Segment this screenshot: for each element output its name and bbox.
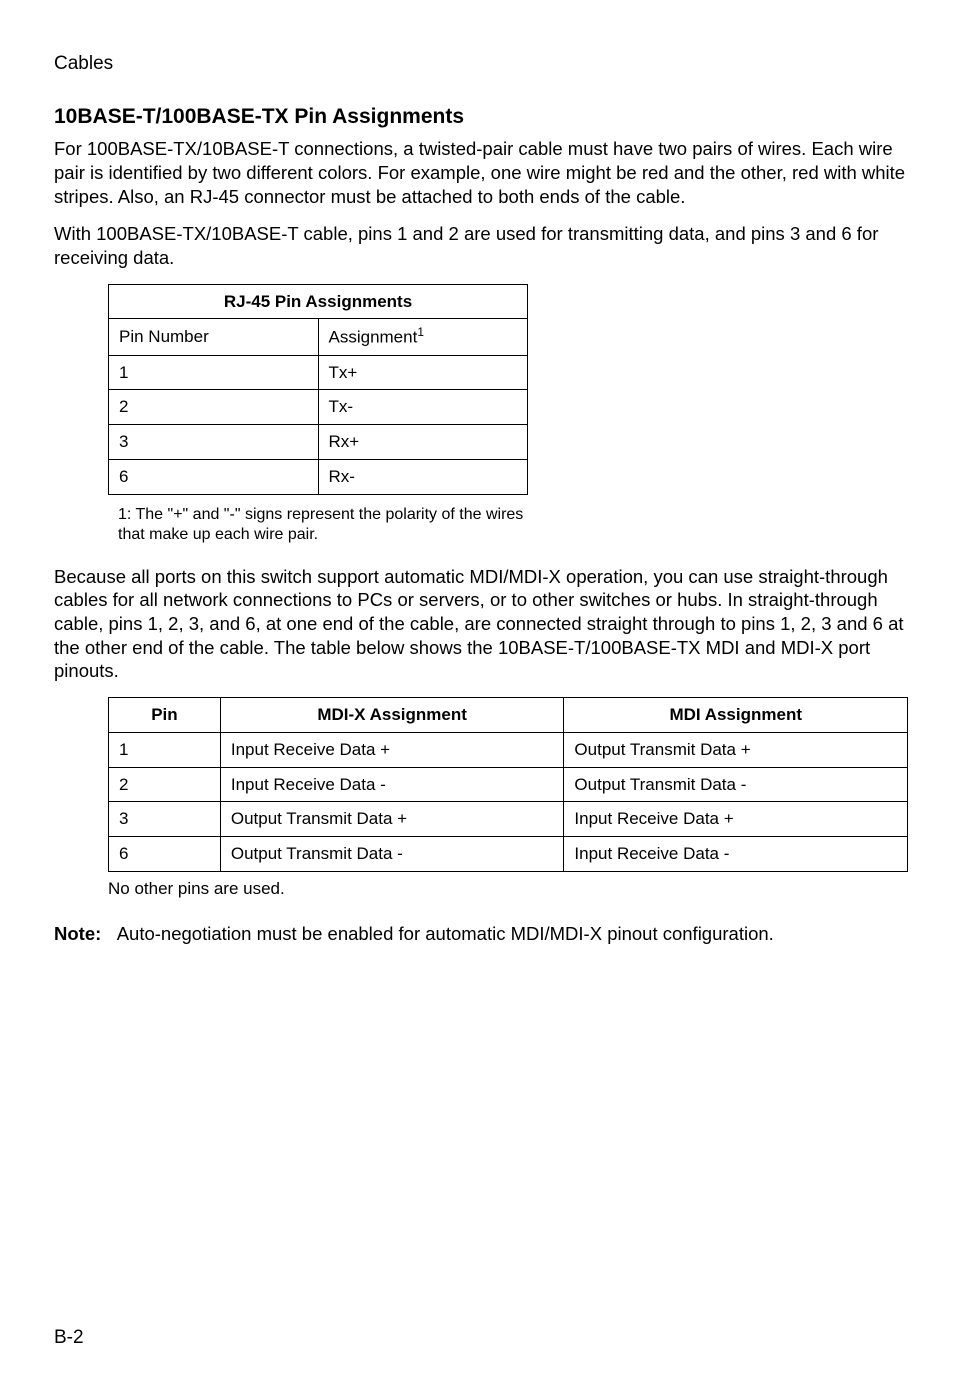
col-header-assignment-text: Assignment	[329, 328, 418, 347]
cell-mdix: Input Receive Data +	[220, 732, 564, 767]
table-footnote: No other pins are used.	[108, 878, 906, 900]
table-row: 3 Rx+	[109, 425, 528, 460]
cell-assign: Rx-	[318, 459, 528, 494]
cell-mdi: Output Transmit Data -	[564, 767, 908, 802]
cell-mdi: Input Receive Data -	[564, 837, 908, 872]
cell-assign: Rx+	[318, 425, 528, 460]
cell-pin: 6	[109, 459, 319, 494]
body-paragraph: Because all ports on this switch support…	[54, 565, 906, 683]
cell-mdix: Output Transmit Data +	[220, 802, 564, 837]
page-number: B-2	[54, 1326, 84, 1350]
cell-pin: 2	[109, 767, 221, 802]
table-row: 6 Output Transmit Data - Input Receive D…	[109, 837, 908, 872]
table-row: 2 Input Receive Data - Output Transmit D…	[109, 767, 908, 802]
cell-pin: 3	[109, 425, 319, 460]
col-header-pin: Pin Number	[109, 319, 319, 355]
cell-mdi: Output Transmit Data +	[564, 732, 908, 767]
table-row: 6 Rx-	[109, 459, 528, 494]
cell-assign: Tx+	[318, 355, 528, 390]
table-row: 1 Input Receive Data + Output Transmit D…	[109, 732, 908, 767]
footnote-marker: 1	[417, 325, 424, 339]
table-row: 3 Output Transmit Data + Input Receive D…	[109, 802, 908, 837]
table-row: 2 Tx-	[109, 390, 528, 425]
cell-mdi: Input Receive Data +	[564, 802, 908, 837]
body-paragraph: For 100BASE-TX/10BASE-T connections, a t…	[54, 137, 906, 208]
col-header-mdix: MDI-X Assignment	[220, 698, 564, 733]
col-header-pin: Pin	[109, 698, 221, 733]
cell-pin: 6	[109, 837, 221, 872]
running-header: Cables	[54, 52, 906, 76]
table-caption-row: RJ-45 Pin Assignments	[109, 284, 528, 319]
cell-pin: 1	[109, 732, 221, 767]
table-row: 1 Tx+	[109, 355, 528, 390]
cell-mdix: Output Transmit Data -	[220, 837, 564, 872]
table-header-row: Pin Number Assignment1	[109, 319, 528, 355]
col-header-mdi: MDI Assignment	[564, 698, 908, 733]
cell-assign: Tx-	[318, 390, 528, 425]
note-label: Note:	[54, 923, 101, 944]
mdi-table: Pin MDI-X Assignment MDI Assignment 1 In…	[108, 697, 908, 872]
cell-mdix: Input Receive Data -	[220, 767, 564, 802]
rj45-table: RJ-45 Pin Assignments Pin Number Assignm…	[108, 284, 528, 495]
cell-pin: 1	[109, 355, 319, 390]
note-text: Auto-negotiation must be enabled for aut…	[117, 923, 774, 944]
body-paragraph: With 100BASE-TX/10BASE-T cable, pins 1 a…	[54, 222, 906, 269]
cell-pin: 2	[109, 390, 319, 425]
section-heading: 10BASE-T/100BASE-TX Pin Assignments	[54, 104, 906, 131]
cell-pin: 3	[109, 802, 221, 837]
col-header-assignment: Assignment1	[318, 319, 528, 355]
note-paragraph: Note: Auto-negotiation must be enabled f…	[54, 922, 906, 946]
table-header-row: Pin MDI-X Assignment MDI Assignment	[109, 698, 908, 733]
table-caption: RJ-45 Pin Assignments	[109, 284, 528, 319]
table-footnote: 1: The "+" and "-" signs represent the p…	[118, 505, 548, 545]
